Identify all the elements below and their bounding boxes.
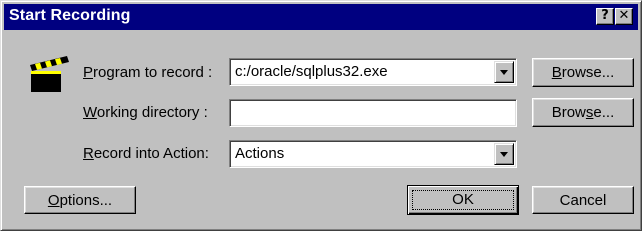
action-dropdown-button[interactable]: [494, 143, 514, 165]
dialog-title: Start Recording: [9, 7, 131, 24]
working-directory-label: Working directory :: [83, 104, 208, 121]
cancel-button[interactable]: Cancel: [532, 186, 634, 214]
browse-program-button[interactable]: Browse...: [532, 58, 634, 87]
close-button[interactable]: ✕: [615, 8, 633, 25]
working-directory-input[interactable]: [229, 99, 517, 127]
record-into-action-combobox[interactable]: Actions: [229, 140, 517, 168]
focus-rectangle: [412, 190, 514, 210]
program-to-record-value: c:/oracle/sqlplus32.exe: [235, 63, 388, 80]
start-recording-dialog: Start Recording ? ✕ Program to record : …: [0, 0, 642, 231]
ok-button[interactable]: OK: [407, 185, 519, 215]
options-label: Options...: [47, 192, 113, 209]
program-dropdown-button[interactable]: [494, 61, 514, 83]
program-to-record-combobox[interactable]: c:/oracle/sqlplus32.exe: [229, 58, 517, 86]
help-icon: ?: [601, 8, 609, 23]
browse-directory-button[interactable]: Browse...: [532, 98, 634, 127]
help-button[interactable]: ?: [596, 8, 614, 25]
clapperboard-icon: [30, 56, 69, 92]
record-into-action-label: Record into Action:: [83, 145, 209, 162]
program-to-record-label: Program to record :: [83, 64, 213, 81]
options-button[interactable]: Options...: [24, 186, 136, 214]
cancel-label: Cancel: [559, 192, 607, 209]
browse-program-label: Browse...: [551, 64, 615, 81]
browse-directory-label: Browse...: [551, 104, 615, 121]
chevron-down-icon: [500, 70, 508, 75]
close-icon: ✕: [618, 8, 630, 23]
record-into-action-value: Actions: [235, 145, 285, 162]
chevron-down-icon: [500, 152, 508, 157]
title-bar[interactable]: Start Recording ? ✕: [4, 4, 638, 30]
